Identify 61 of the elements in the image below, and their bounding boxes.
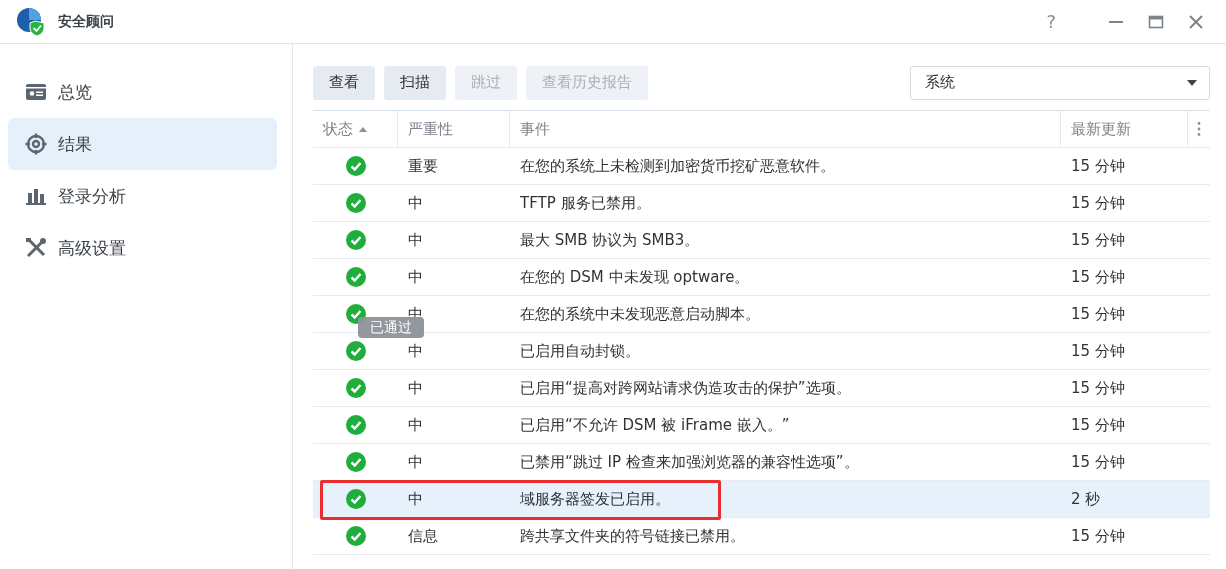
table-row[interactable]: 中 最大 SMB 协议为 SMB3。 15 分钟 (313, 222, 1210, 259)
filter-dropdown[interactable]: 系统 (910, 65, 1210, 100)
column-header[interactable]: 严重性 (398, 111, 510, 147)
table-cell: 中 (408, 378, 423, 398)
table-cell: 信息 (408, 526, 438, 546)
sidebar-item[interactable]: 结果 (8, 118, 277, 170)
table-cell: 域服务器签发已启用。 (520, 489, 670, 509)
table-cell: 中 (408, 489, 423, 509)
table-cell: 在您的系统上未检测到加密货币挖矿恶意软件。 (520, 156, 835, 176)
table-cell: 15 分钟 (1071, 267, 1125, 287)
table-cell: 中 (408, 415, 423, 435)
table-cell: 已启用自动封锁。 (520, 341, 640, 361)
table-cell: 中 (408, 193, 423, 213)
maximize-icon[interactable] (1148, 13, 1164, 30)
caret-icon (1187, 79, 1197, 86)
sidebar-item[interactable]: 登录分析 (8, 170, 277, 222)
table-cell: 跨共享文件夹的符号链接已禁用。 (520, 526, 745, 546)
table-cell: 中 (408, 230, 423, 250)
table-cell: 重要 (408, 156, 438, 176)
column-menu-icon[interactable] (1197, 121, 1201, 137)
table-cell: 15 分钟 (1071, 378, 1125, 398)
table-cell: 已启用“提高对跨网站请求伪造攻击的保护”选项。 (520, 378, 851, 398)
column-header[interactable]: 状态 (313, 111, 398, 147)
table-row[interactable]: 中 在您的 DSM 中未发现 optware。 15 分钟 (313, 259, 1210, 296)
table-cell: 15 分钟 (1071, 415, 1125, 435)
table-cell: 2 秒 (1071, 489, 1101, 509)
table-row[interactable]: 信息 跨共享文件夹的符号链接已禁用。 15 分钟 (313, 518, 1210, 555)
app-logo-icon (16, 6, 46, 37)
table-cell: 15 分钟 (1071, 452, 1125, 472)
table-row[interactable]: 重要 在您的系统上未检测到加密货币挖矿恶意软件。 15 分钟 (313, 148, 1210, 185)
table-cell: 在您的系统中未发现恶意启动脚本。 (520, 304, 760, 324)
id-card-icon (25, 81, 47, 103)
table-cell: 15 分钟 (1071, 304, 1125, 324)
table-cell: 中 (408, 341, 423, 361)
table-cell: 已启用“不允许 DSM 被 iFrame 嵌入。” (520, 415, 790, 435)
sidebar-item[interactable]: 总览 (8, 66, 277, 118)
table-cell: 15 分钟 (1071, 230, 1125, 250)
tools-icon (25, 237, 47, 259)
column-header[interactable]: 最新更新 (1061, 111, 1188, 147)
table-cell: 最大 SMB 协议为 SMB3。 (520, 230, 700, 250)
table-row[interactable]: 中 已启用“不允许 DSM 被 iFrame 嵌入。” 15 分钟 (313, 407, 1210, 444)
tooltip: 已通过 (358, 317, 424, 338)
table-cell: 15 分钟 (1071, 156, 1125, 176)
table-row[interactable]: 中 已启用“提高对跨网站请求伪造攻击的保护”选项。 15 分钟 (313, 370, 1210, 407)
table-cell: 已禁用“跳过 IP 检查来加强浏览器的兼容性选项”。 (520, 452, 859, 472)
toolbar-button[interactable]: 查看 (313, 65, 375, 100)
sidebar-item[interactable]: 高级设置 (8, 222, 277, 274)
table-cell: TFTP 服务已禁用。 (520, 193, 651, 213)
table-cell: 15 分钟 (1071, 193, 1125, 213)
table-cell: 在您的 DSM 中未发现 optware。 (520, 267, 750, 287)
table-cell: 中 (408, 452, 423, 472)
target-icon (25, 133, 47, 155)
window-title: 安全顾问 (58, 12, 114, 31)
column-header[interactable]: 事件 (510, 111, 1061, 147)
table-row[interactable]: 中 域服务器签发已启用。 2 秒 (313, 481, 1210, 518)
table-cell: 15 分钟 (1071, 341, 1125, 361)
close-icon[interactable] (1188, 13, 1204, 30)
table-cell: 中 (408, 267, 423, 287)
table-row[interactable]: 中 TFTP 服务已禁用。 15 分钟 (313, 185, 1210, 222)
toolbar-button[interactable]: 扫描 (384, 65, 446, 100)
table-cell: 15 分钟 (1071, 526, 1125, 546)
